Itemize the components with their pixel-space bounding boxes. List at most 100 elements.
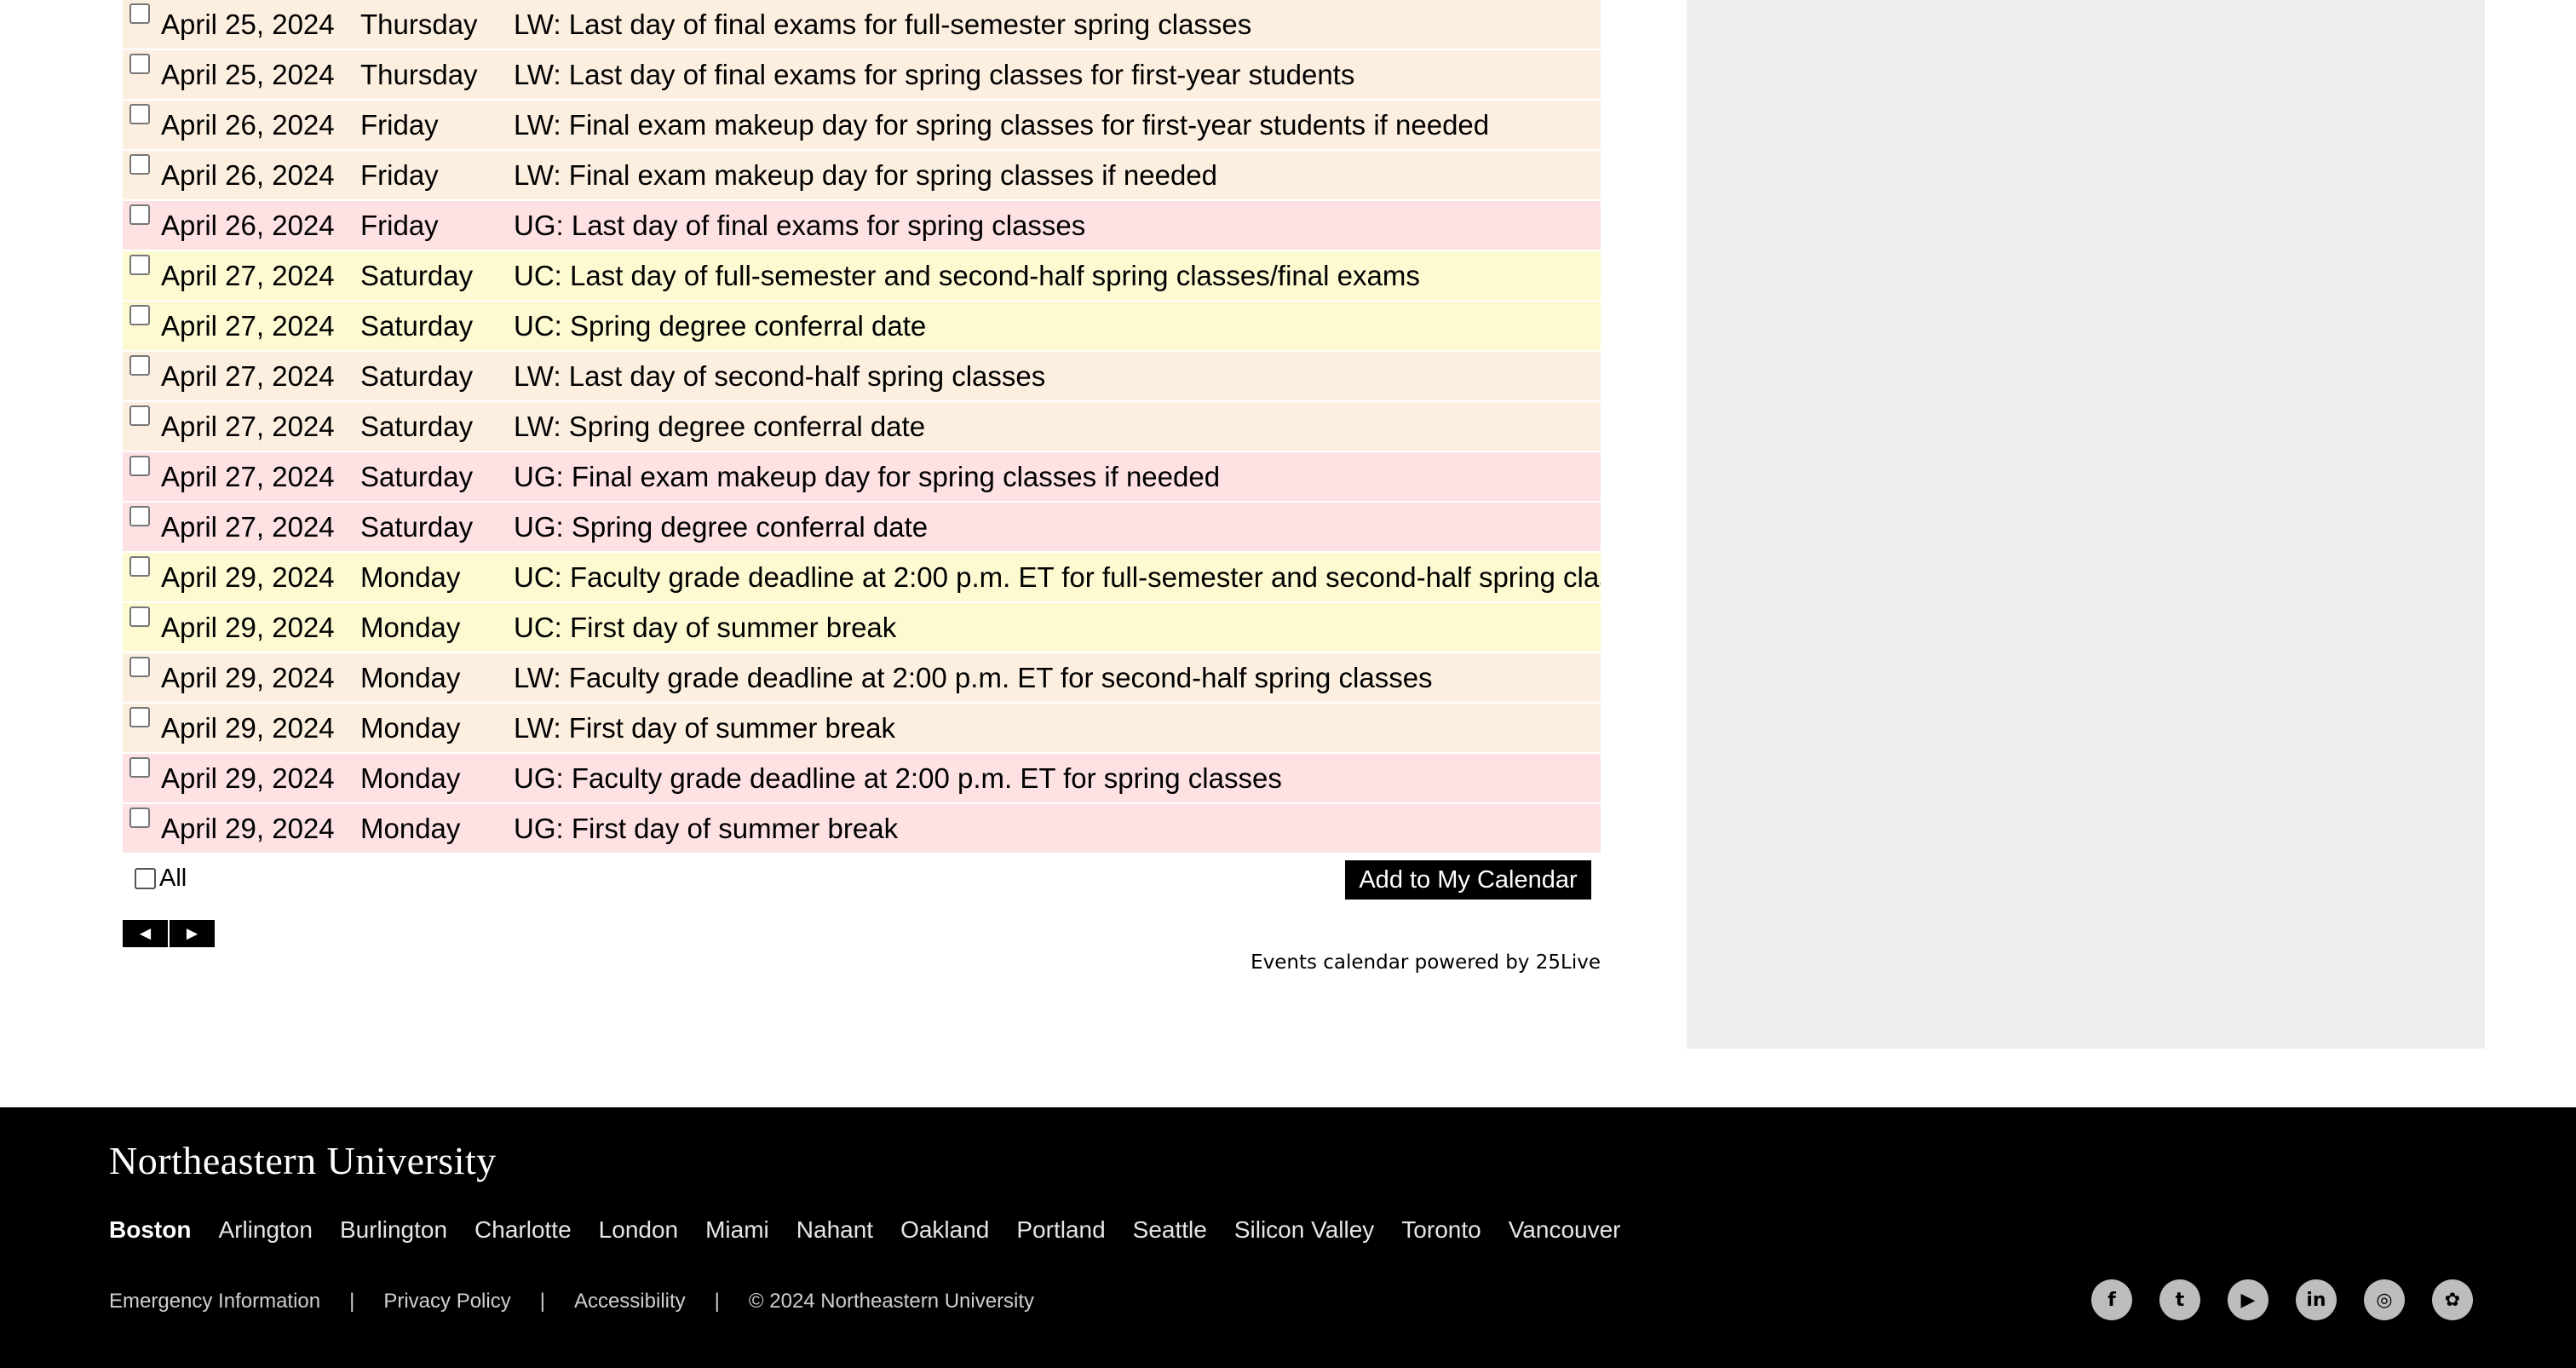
event-title[interactable]: UC: Last day of full-semester and second… [508,251,1601,300]
event-checkbox[interactable] [129,204,150,225]
event-checkbox[interactable] [129,757,150,778]
event-date-cell: April 26, 2024 [123,101,354,149]
event-title[interactable]: LW: Final exam makeup day for spring cla… [508,151,1601,199]
campus-link[interactable]: Seattle [1133,1216,1207,1244]
privacy-policy-link[interactable]: Privacy Policy [383,1290,510,1313]
event-date-cell: April 25, 2024 [123,0,354,49]
campus-link[interactable]: Vancouver [1509,1216,1621,1244]
event-checkbox[interactable] [129,606,150,627]
event-day: Saturday [360,510,474,543]
event-checkbox[interactable] [129,154,150,175]
separator: | [349,1290,355,1313]
event-title[interactable]: UG: Last day of final exams for spring c… [508,201,1601,250]
main-content: April 25, 2024 Thursday LW: Last day of fi… [0,0,2576,1107]
event-checkbox[interactable] [129,707,150,727]
event-row: April 25, 2024 Thursday LW: Last day of fi… [123,50,1601,99]
campus-link[interactable]: Portland [1016,1216,1105,1244]
select-all[interactable]: All [135,865,187,893]
separator: | [539,1290,545,1313]
event-checkbox[interactable] [129,456,150,476]
event-title[interactable]: LW: Spring degree conferral date [508,402,1601,451]
legal-links: Emergency Information | Privacy Policy |… [109,1290,1034,1313]
campus-link[interactable]: Burlington [340,1216,447,1244]
event-date-cell: April 29, 2024 [123,804,354,853]
event-checkbox[interactable] [129,808,150,828]
event-row: April 29, 2024 Monday UG: Faculty grade de… [123,754,1601,802]
campus-link[interactable]: Miami [705,1216,769,1244]
event-date-cell: April 29, 2024 [123,754,354,802]
campus-link[interactable]: Nahant [796,1216,873,1244]
event-date: April 26, 2024 [161,158,335,191]
event-checkbox[interactable] [129,54,150,74]
event-title[interactable]: LW: Final exam makeup day for spring cla… [508,101,1601,149]
event-checkbox[interactable] [129,104,150,124]
twitter-icon[interactable]: t [2159,1279,2200,1320]
event-checkbox[interactable] [129,506,150,526]
event-title[interactable]: LW: First day of summer break [508,704,1601,752]
event-checkbox[interactable] [129,355,150,376]
event-date-cell: April 27, 2024 [123,352,354,400]
prev-page-button[interactable]: ◄ [123,920,168,947]
event-title[interactable]: LW: Last day of final exams for full-sem… [508,0,1601,49]
campus-link[interactable]: Oakland [900,1216,989,1244]
event-day: Monday [360,661,461,693]
event-checkbox[interactable] [129,556,150,577]
event-date-cell: April 25, 2024 [123,50,354,99]
accessibility-link[interactable]: Accessibility [574,1290,686,1313]
campus-link[interactable]: Silicon Valley [1234,1216,1374,1244]
event-day: Saturday [360,309,474,342]
event-date-cell: April 29, 2024 [123,603,354,652]
instagram-icon[interactable]: ◎ [2364,1279,2405,1320]
event-title[interactable]: UC: First day of summer break [508,603,1601,652]
campus-link[interactable]: Charlotte [474,1216,572,1244]
event-row: April 29, 2024 Monday UC: First day of sum… [123,603,1601,652]
event-date: April 25, 2024 [161,8,335,40]
event-checkbox[interactable] [129,255,150,275]
snapchat-icon[interactable]: ✿ [2432,1279,2473,1320]
events-table: April 25, 2024 Thursday LW: Last day of fi… [123,0,1601,854]
event-checkbox[interactable] [129,405,150,426]
event-date: April 27, 2024 [161,460,335,492]
event-title[interactable]: UG: Faculty grade deadline at 2:00 p.m. … [508,754,1601,802]
event-date-cell: April 26, 2024 [123,201,354,250]
campus-link[interactable]: Boston [109,1216,191,1244]
campus-link[interactable]: London [599,1216,678,1244]
event-title[interactable]: UG: First day of summer break [508,804,1601,853]
event-title[interactable]: LW: Faculty grade deadline at 2:00 p.m. … [508,653,1601,702]
event-row: April 26, 2024 Friday LW: Final exam makeu… [123,101,1601,149]
next-page-button[interactable]: ► [170,920,215,947]
event-day: Thursday [360,8,478,40]
event-date: April 29, 2024 [161,560,335,593]
site-footer: Northeastern University Boston Arlington B… [0,1107,2576,1368]
event-row: April 27, 2024 Saturday LW: Last day of se… [123,352,1601,400]
select-all-checkbox[interactable] [135,868,156,889]
event-date: April 27, 2024 [161,410,335,442]
event-title[interactable]: UG: Final exam makeup day for spring cla… [508,452,1601,501]
event-title[interactable]: LW: Last day of second-half spring class… [508,352,1601,400]
event-checkbox[interactable] [129,305,150,325]
campus-links: Boston Arlington Burlington Charlotte London… [109,1216,1648,1244]
event-day: Monday [360,560,461,593]
linkedin-icon[interactable]: in [2296,1279,2337,1320]
campus-link[interactable]: Toronto [1401,1216,1481,1244]
event-row: April 26, 2024 Friday LW: Final exam makeu… [123,151,1601,199]
event-date: April 27, 2024 [161,309,335,342]
event-title[interactable]: UC: Faculty grade deadline at 2:00 p.m. … [508,553,1601,601]
youtube-icon[interactable]: ▶ [2228,1279,2268,1320]
campus-link[interactable]: Arlington [218,1216,313,1244]
event-title[interactable]: UG: Spring degree conferral date [508,503,1601,551]
university-logo[interactable]: Northeastern University [109,1138,497,1183]
event-title[interactable]: UC: Spring degree conferral date [508,302,1601,350]
add-to-calendar-button[interactable]: Add to My Calendar [1345,860,1591,900]
emergency-information-link[interactable]: Emergency Information [109,1290,320,1313]
event-checkbox[interactable] [129,657,150,677]
event-date: April 29, 2024 [161,611,335,643]
event-title[interactable]: LW: Last day of final exams for spring c… [508,50,1601,99]
event-day: Friday [360,108,439,141]
event-date-cell: April 29, 2024 [123,653,354,702]
sidebar-panel [1687,0,2485,1049]
event-day: Thursday [360,58,478,90]
event-row: April 25, 2024 Thursday LW: Last day of fi… [123,0,1601,49]
facebook-icon[interactable]: f [2091,1279,2132,1320]
event-checkbox[interactable] [129,3,150,24]
